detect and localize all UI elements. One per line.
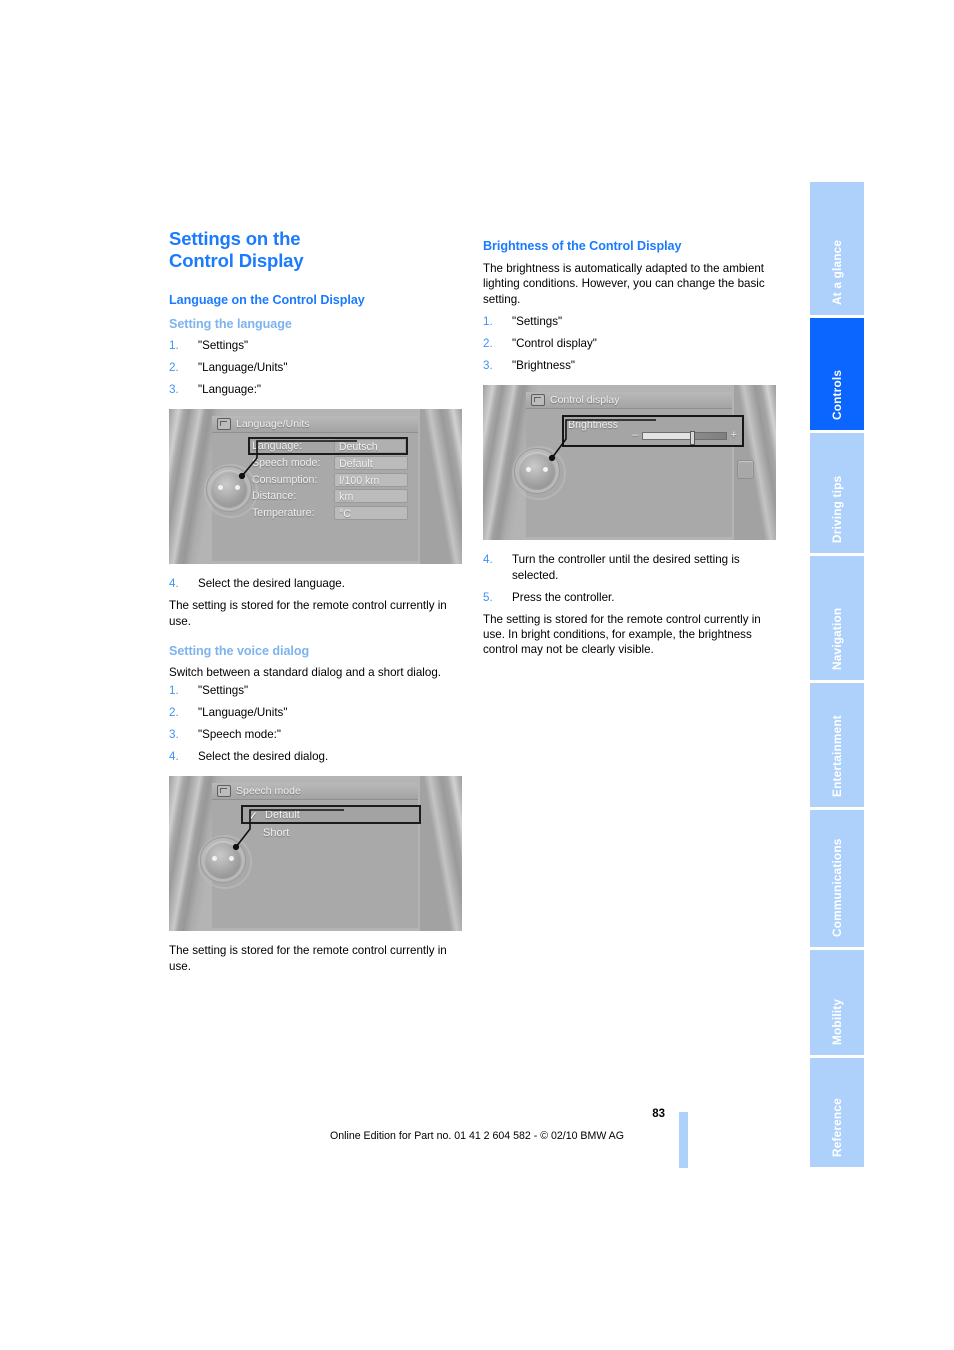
tab-label: Controls [830,369,844,420]
step-text: "Settings" [198,684,249,698]
footer-copyright: Online Edition for Part no. 01 41 2 604 … [329,1130,624,1142]
note-voice-dialog-stored: The setting is stored for the remote con… [169,944,447,973]
list-item: 5. Press the controller. [483,590,776,605]
step-number: 5. [483,590,493,604]
tab-label: Entertainment [830,715,844,797]
callout-leader-line [232,809,344,851]
right-column: Brightness of the Control Display The br… [483,228,776,660]
intro-brightness: The brightness is automatically adapted … [483,262,765,306]
step-text: "Language/Units" [198,360,288,374]
tab-label: Reference [830,1098,844,1157]
step-number: 1. [483,315,493,329]
callout-leader-line [238,440,357,480]
page-number: 83 [652,1108,665,1120]
manual-page: Settings on the Control Display Language… [0,0,954,1350]
list-item: 1. "Settings" [483,314,776,329]
step-number: 4. [483,553,493,567]
left-column: Settings on the Control Display Language… [169,228,462,976]
callout-leader-line [548,419,656,462]
tab-driving-tips[interactable]: Driving tips [810,433,864,553]
step-text: Select the desired dialog. [198,750,329,764]
list-item: 1. "Settings" [169,338,462,353]
list-item: 3. "Brightness" [483,358,776,373]
list-item: 2. "Language/Units" [169,705,462,720]
step-text: "Control display" [512,337,597,351]
list-item: 4. Select the desired dialog. [169,749,462,764]
slider-plus-icon[interactable]: + [731,430,737,441]
list-item: 3. "Language:" [169,382,462,397]
note-language-stored: The setting is stored for the remote con… [169,599,447,628]
step-number: 2. [169,706,179,720]
tab-navigation[interactable]: Navigation [810,556,864,680]
page-title-line-1: Settings on the [169,228,301,249]
figure-speech-mode: Speech mode ✓ Default Short [169,776,462,932]
step-list-setting-language: 1. "Settings" 2. "Language/Units" 3. "La… [169,338,462,397]
tab-label: Navigation [830,607,844,670]
page-title: Settings on the Control Display [169,228,462,272]
step-text: "Brightness" [512,359,576,373]
idrive-screen: Control display Brightness – + [512,392,754,538]
step-number: 1. [169,684,179,698]
tab-label: At a glance [830,239,844,305]
step-list-voice-dialog: 1. "Settings" 2. "Language/Units" 3. "Sp… [169,683,462,764]
tab-entertainment[interactable]: Entertainment [810,683,864,807]
step-list-brightness: 1. "Settings" 2. "Control display" 3. "B… [483,314,776,373]
chapter-tab-rail: At a glance Controls Driving tips Naviga… [810,182,864,1167]
subsection-heading-setting-the-language: Setting the language [169,317,292,331]
idrive-screen: Language/Units Language: Deutsch Speech … [204,416,418,562]
intro-voice-dialog: Switch between a standard dialog and a s… [169,665,441,679]
step-text: "Settings" [512,315,563,329]
step-text: Turn the controller until the desired se… [512,553,740,582]
tab-at-a-glance[interactable]: At a glance [810,182,864,315]
section-heading-language: Language on the Control Display [169,293,365,307]
step-list-brightness-post: 4. Turn the controller until the desired… [483,552,776,605]
step-text: "Speech mode:" [198,728,281,742]
step-text: "Language/Units" [198,706,288,720]
list-item: 3. "Speech mode:" [169,727,462,742]
list-item: 2. "Control display" [483,336,776,351]
section-heading-brightness: Brightness of the Control Display [483,239,682,253]
step-number: 4. [169,577,179,591]
step-number: 3. [169,382,179,396]
step-list-language-post: 4. Select the desired language. [169,576,462,591]
tab-label: Mobility [830,998,844,1045]
step-text: "Language:" [198,382,262,396]
tab-label: Communications [830,838,844,938]
tab-label: Driving tips [830,475,844,543]
footer-accent-bar [679,1112,688,1168]
display-side-button [737,460,754,480]
list-item: 2. "Language/Units" [169,360,462,375]
step-text: "Settings" [198,339,249,352]
figure-control-display-brightness: Control display Brightness – + [483,385,776,541]
list-item: 4. Select the desired language. [169,576,462,591]
step-number: 2. [483,337,493,351]
step-number: 3. [169,728,179,742]
step-number: 1. [169,339,179,352]
tab-controls[interactable]: Controls [810,318,864,430]
subsection-heading-setting-the-voice-dialog: Setting the voice dialog [169,643,310,658]
step-number: 3. [483,359,493,373]
page-title-line-2: Control Display [169,250,304,271]
tab-reference[interactable]: Reference [810,1058,864,1167]
list-item: 4. Turn the controller until the desired… [483,552,776,583]
tab-mobility[interactable]: Mobility [810,950,864,1055]
step-number: 2. [169,360,179,374]
figure-language-units: Language/Units Language: Deutsch Speech … [169,409,462,565]
step-text: Press the controller. [512,590,615,604]
step-text: Select the desired language. [198,577,345,591]
list-item: 1. "Settings" [169,683,462,698]
tab-communications[interactable]: Communications [810,810,864,947]
step-number: 4. [169,750,179,764]
idrive-screen: Speech mode ✓ Default Short [198,783,421,929]
note-brightness-stored: The setting is stored for the remote con… [483,612,761,657]
